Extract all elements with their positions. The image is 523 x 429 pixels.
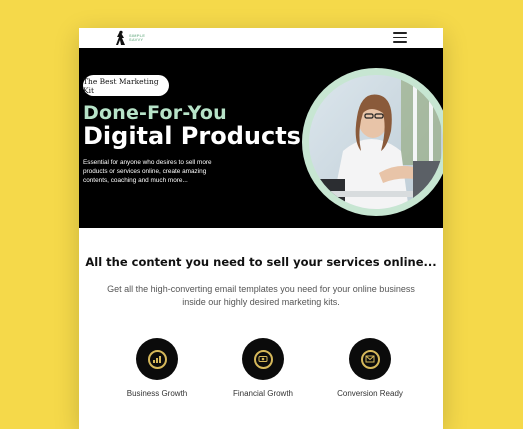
- hero-title: Digital Products: [83, 122, 301, 150]
- feature-label: Financial Growth: [232, 389, 294, 398]
- hero-banner: The Best Marketing Kit Done-For-You Digi…: [79, 48, 443, 228]
- business-growth-icon: [136, 338, 178, 380]
- conversion-ready-icon: [349, 338, 391, 380]
- content-section: All the content you need to sell your se…: [79, 228, 443, 398]
- financial-growth-icon: [242, 338, 284, 380]
- feature-label: Business Growth: [126, 389, 188, 398]
- section-title: All the content you need to sell your se…: [85, 255, 437, 269]
- feature-label: Conversion Ready: [337, 389, 403, 398]
- hamburger-icon[interactable]: [393, 32, 407, 43]
- section-description: Get all the high-converting email templa…: [107, 284, 415, 307]
- feature-business-growth[interactable]: Business Growth: [112, 338, 202, 398]
- feature-conversion-ready[interactable]: Conversion Ready: [325, 338, 415, 398]
- hero-subtitle: Done-For-You: [83, 102, 227, 124]
- hero-description: Essential for anyone who desires to sell…: [83, 159, 212, 184]
- badge-button[interactable]: The Best Marketing Kit: [83, 75, 169, 96]
- logo-text: SIMPLE SAVVY: [129, 32, 146, 42]
- feature-financial-growth[interactable]: Financial Growth: [218, 338, 308, 398]
- logo-icon: [116, 30, 125, 45]
- brand-logo[interactable]: SIMPLE SAVVY: [115, 30, 145, 46]
- page-frame: SIMPLE SAVVY The Best Marketing Kit Done…: [79, 28, 443, 429]
- top-navbar: SIMPLE SAVVY: [79, 28, 443, 48]
- features-row: Business Growth Financial Growth Convers…: [79, 338, 443, 408]
- hero-photo: [302, 68, 443, 216]
